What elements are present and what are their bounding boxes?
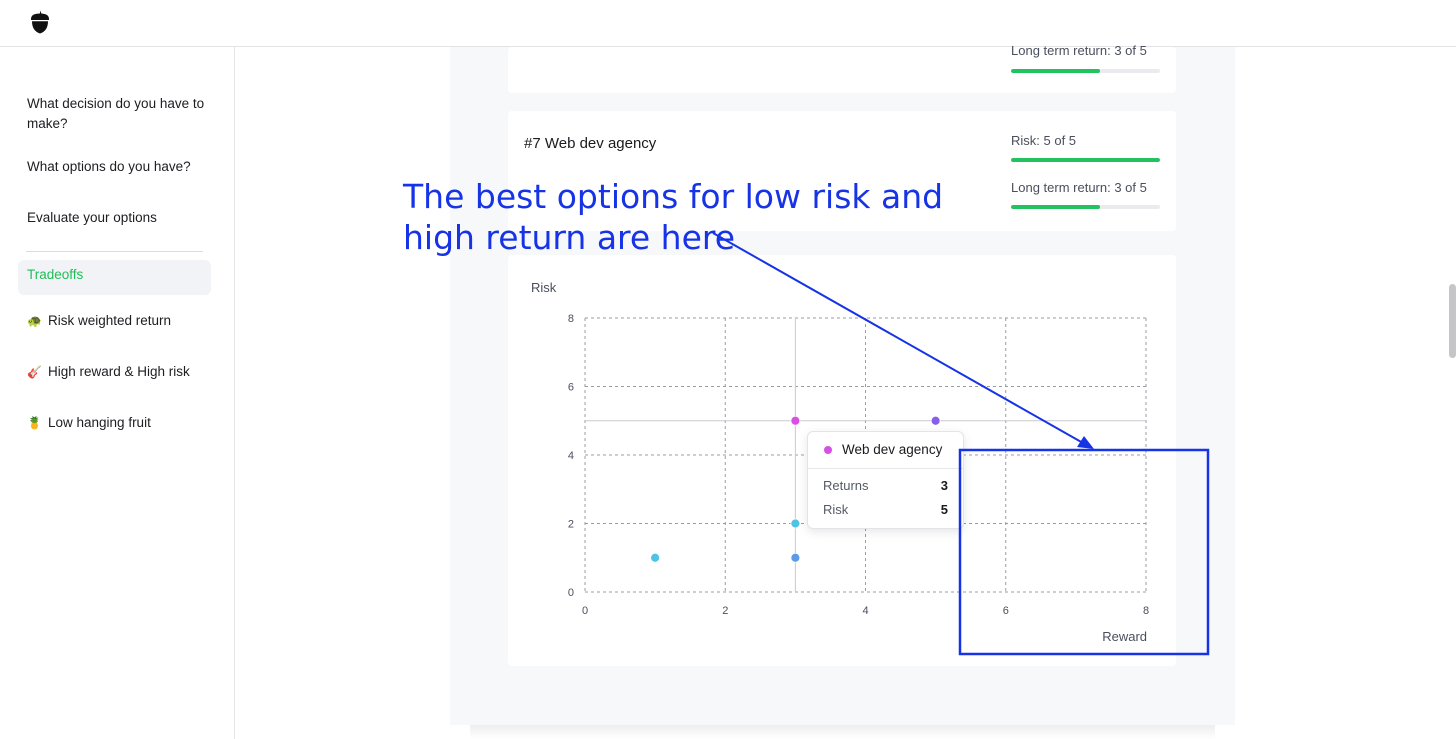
- sidebar-item-label: Low hanging fruit: [48, 415, 151, 430]
- risk-progress-bar: [1011, 158, 1160, 162]
- scatter-point: [790, 415, 801, 426]
- tooltip-returns-value: 3: [940, 478, 948, 493]
- sidebar-item-options[interactable]: What options do you have?: [27, 157, 191, 177]
- y-tick-label: 0: [568, 587, 574, 599]
- option-title: #7 Web dev agency: [524, 135, 657, 152]
- pineapple-icon: 🍍: [27, 416, 42, 430]
- tooltip-header: Web dev agency: [808, 432, 963, 469]
- return-progress-fill: [1011, 205, 1101, 209]
- return-label: Long term return: 3 of 5: [1011, 180, 1147, 195]
- x-tick-label: 0: [582, 605, 588, 617]
- return-label: Long term return: 3 of 5: [1011, 43, 1147, 58]
- scatter-point: [930, 415, 941, 426]
- option-card-previous: Long term return: 3 of 5: [508, 43, 1176, 93]
- x-tick-label: 6: [1003, 605, 1009, 617]
- panel-bottom-shadow: [470, 725, 1215, 739]
- scatter-point: [790, 552, 801, 563]
- turtle-icon: 🐢: [27, 314, 42, 328]
- sidebar-item-high-reward-high-risk[interactable]: 🎸 High reward & High risk: [27, 362, 190, 382]
- return-progress-bar: [1011, 69, 1160, 73]
- y-tick-label: 6: [568, 382, 574, 394]
- sidebar-item-label: High reward & High risk: [48, 364, 190, 379]
- sidebar-divider: [26, 251, 203, 252]
- tooltip-risk-label: Risk: [823, 502, 849, 517]
- risk-label: Risk: 5 of 5: [1011, 133, 1077, 148]
- guitar-icon: 🎸: [27, 365, 42, 379]
- y-axis-label: Risk: [531, 280, 557, 295]
- sidebar-item-decision[interactable]: What decision do you have to make?: [27, 94, 207, 134]
- acorn-icon[interactable]: [29, 10, 51, 34]
- risk-progress-fill: [1011, 158, 1160, 162]
- chart-tooltip: Web dev agency Returns 3 Risk 5: [807, 431, 964, 529]
- scatter-point: [790, 518, 801, 529]
- tooltip-risk-value: 5: [940, 502, 948, 517]
- return-progress-fill: [1011, 69, 1101, 73]
- sidebar-item-low-hanging-fruit[interactable]: 🍍 Low hanging fruit: [27, 413, 151, 433]
- tooltip-returns-label: Returns: [823, 478, 869, 493]
- scatter-point: [650, 552, 661, 563]
- sidebar-item-evaluate[interactable]: Evaluate your options: [27, 208, 157, 228]
- sidebar-item-tradeoffs[interactable]: Tradeoffs: [18, 260, 211, 295]
- sidebar-item-label: Risk weighted return: [48, 313, 172, 328]
- return-progress-bar: [1011, 205, 1160, 209]
- y-tick-label: 8: [568, 313, 574, 325]
- series-dot-icon: [824, 446, 832, 454]
- tooltip-title: Web dev agency: [842, 442, 943, 457]
- sidebar: What decision do you have to make? What …: [0, 47, 235, 739]
- annotation-text: The best options for low risk and high r…: [403, 177, 944, 257]
- top-bar: [0, 0, 1456, 47]
- y-tick-label: 4: [568, 450, 574, 462]
- x-tick-label: 4: [862, 605, 868, 617]
- scrollbar-thumb[interactable]: [1449, 284, 1456, 358]
- sidebar-item-label: Tradeoffs: [27, 267, 84, 282]
- sidebar-item-risk-weighted-return[interactable]: 🐢 Risk weighted return: [27, 311, 171, 331]
- x-tick-label: 8: [1143, 605, 1149, 617]
- y-tick-label: 2: [568, 519, 574, 531]
- x-axis-label: Reward: [1102, 629, 1147, 644]
- x-tick-label: 2: [722, 605, 728, 617]
